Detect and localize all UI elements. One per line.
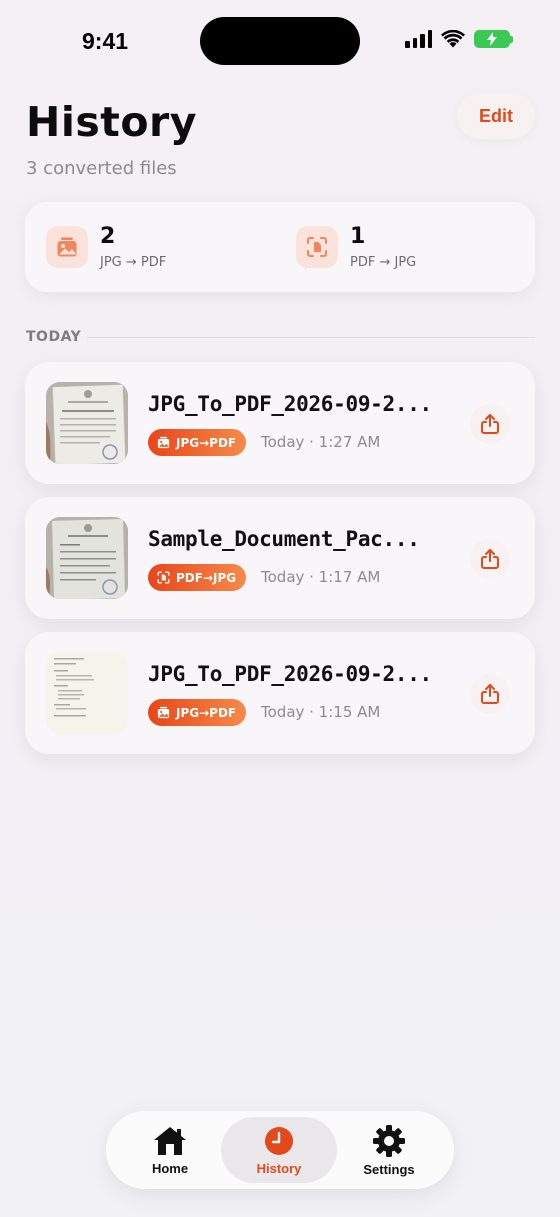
tab-history[interactable]: History — [221, 1117, 337, 1183]
section-divider — [87, 337, 535, 338]
file-time: Today · 1:27 AM — [261, 433, 381, 451]
scan-document-icon — [157, 571, 170, 584]
file-thumbnail — [46, 382, 128, 464]
page-subtitle: 3 converted files — [26, 158, 177, 179]
scan-document-icon — [296, 226, 338, 268]
file-thumbnail — [46, 517, 128, 599]
file-name: Sample_Document_Pac... — [148, 527, 420, 551]
conversion-tag: PDF→JPG — [148, 564, 247, 591]
history-item[interactable]: JPG_To_PDF_2026-09-2... JPG→PDF Today · … — [25, 632, 535, 754]
summary-label: JPG → PDF — [100, 255, 167, 270]
tab-settings[interactable]: Settings — [331, 1117, 447, 1183]
file-name: JPG_To_PDF_2026-09-2... — [148, 662, 432, 686]
image-icon — [157, 706, 170, 719]
gear-icon — [373, 1124, 405, 1157]
conversion-tag-label: JPG→PDF — [176, 705, 237, 720]
conversion-tag-label: PDF→JPG — [176, 570, 237, 585]
clock-icon — [265, 1126, 293, 1155]
edit-button[interactable]: Edit — [457, 93, 535, 139]
status-icons — [405, 30, 513, 48]
conversion-tag: JPG→PDF — [148, 429, 247, 456]
section-label-today: TODAY — [26, 329, 82, 345]
conversion-tag: JPG→PDF — [148, 699, 247, 726]
image-icon — [46, 226, 88, 268]
tab-label: History — [256, 1160, 302, 1176]
dynamic-island — [200, 17, 360, 65]
history-item[interactable]: Sample_Document_Pac... PDF→JPG Today · 1… — [25, 497, 535, 619]
wifi-icon — [441, 30, 465, 48]
share-button[interactable] — [470, 404, 510, 444]
share-icon — [481, 549, 499, 569]
battery-charging-icon — [474, 30, 513, 48]
summary-jpg-to-pdf: 2 JPG → PDF — [46, 202, 166, 292]
summary-count: 1 — [350, 224, 366, 249]
file-time: Today · 1:17 AM — [261, 568, 381, 586]
conversion-tag-label: JPG→PDF — [176, 435, 237, 450]
summary-label: PDF → JPG — [350, 255, 417, 270]
home-icon — [154, 1126, 186, 1155]
share-button[interactable] — [470, 539, 510, 579]
tab-home[interactable]: Home — [112, 1117, 228, 1183]
status-time: 9:41 — [82, 28, 129, 54]
tab-bar: Home History Settings — [106, 1111, 454, 1189]
summary-pdf-to-jpg: 1 PDF → JPG — [296, 202, 416, 292]
file-thumbnail — [46, 652, 128, 734]
history-item[interactable]: JPG_To_PDF_2026-09-2... JPG→PDF Today · … — [25, 362, 535, 484]
tab-label: Home — [151, 1160, 189, 1176]
file-time: Today · 1:15 AM — [261, 703, 381, 721]
image-icon — [157, 436, 170, 449]
share-icon — [481, 684, 499, 704]
tab-label: Settings — [363, 1161, 415, 1177]
history-screen: 9:41 History 3 converted files Edit 2 JP… — [0, 0, 560, 1217]
conversion-summary-card: 2 JPG → PDF 1 PDF → JPG — [25, 202, 535, 292]
share-icon — [481, 414, 499, 434]
cellular-signal-icon — [405, 30, 432, 48]
share-button[interactable] — [470, 674, 510, 714]
summary-count: 2 — [100, 224, 116, 249]
page-title: History — [26, 98, 197, 146]
file-name: JPG_To_PDF_2026-09-2... — [148, 392, 432, 416]
